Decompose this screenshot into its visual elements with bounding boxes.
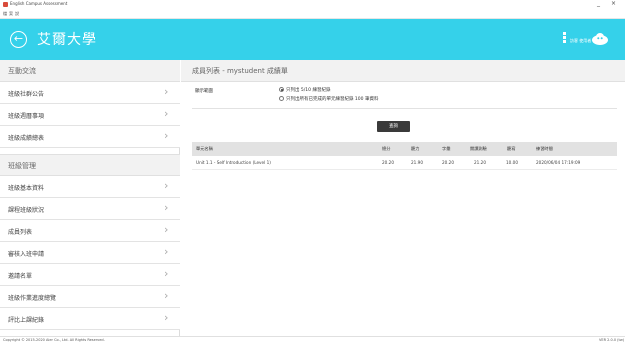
app-icon <box>3 2 8 7</box>
chevron-right-icon: › <box>164 107 169 120</box>
chevron-right-icon: › <box>164 311 169 324</box>
app-header: ← 艾爾大學 訪客 使用者 <box>0 19 625 60</box>
back-arrow-icon[interactable]: ← <box>10 31 27 48</box>
user-label[interactable]: 訪客 使用者 <box>570 38 591 44</box>
sidebar-item-label: 評比上課紀錄 <box>8 317 45 324</box>
sidebar-item-label: 審核入班申請 <box>8 251 45 258</box>
menu-item-help[interactable]: 說 <box>15 11 19 17</box>
sidebar-item-invite-list[interactable]: 邀請名單 › <box>0 264 180 286</box>
menu-bars-icon[interactable] <box>563 32 566 44</box>
menu-item-edit[interactable]: 案 <box>9 11 13 17</box>
radio-completed-records-label[interactable]: 只列出所有已完成的單元練習紀錄 100 筆資料 <box>286 96 378 102</box>
sidebar-item-member-list[interactable]: 成員列表 › <box>0 220 180 242</box>
radio-completed-records[interactable] <box>279 96 284 101</box>
chevron-right-icon: › <box>164 289 169 302</box>
sidebar-item-label: 班級成績總表 <box>8 135 45 142</box>
sidebar-item-join-requests[interactable]: 審核入班申請 › <box>0 242 180 264</box>
table-header: 單元名稱 總分 聽力 字彙 閱讀測驗 聽寫 練習時間 <box>192 142 617 156</box>
chevron-right-icon: › <box>164 85 169 98</box>
version-text: VER 2.0.0 (tw) <box>599 338 625 342</box>
main-content: 成員列表 - mystudent 成績單 顯示範圍 只列出 5/10 練習紀錄 … <box>181 60 625 336</box>
sidebar-item-label: 班級基本資料 <box>8 185 45 192</box>
column-header-dictation[interactable]: 聽寫 <box>507 146 515 152</box>
chevron-right-icon: › <box>164 223 169 236</box>
chevron-right-icon: › <box>164 129 169 142</box>
column-header-total[interactable]: 總分 <box>382 146 390 152</box>
sidebar-section-title: 互動交流 <box>8 67 36 75</box>
chevron-right-icon: › <box>164 201 169 214</box>
column-header-vocabulary[interactable]: 字彙 <box>442 146 450 152</box>
window-title: English Campus Assessment <box>10 1 68 6</box>
cell-listening: 21.90 <box>411 160 423 165</box>
cell-practice-time: 2020/06/04 17:19:09 <box>536 160 581 165</box>
sidebar-section-interaction: 互動交流 <box>0 60 180 82</box>
sidebar-item-class-announcement[interactable]: 班級社群公告 › <box>0 82 180 104</box>
menu-bar: 檔 案 說 <box>0 10 625 19</box>
sidebar-item-label: 邀請名單 <box>8 273 33 280</box>
copyright-text: Copyright © 2015-2020 Aier Co., Ltd. All… <box>3 338 105 342</box>
cell-vocabulary: 20.20 <box>442 160 454 165</box>
column-header-unit[interactable]: 單元名稱 <box>196 146 213 152</box>
sidebar-item-label: 班級社群公告 <box>8 91 45 98</box>
window-titlebar: English Campus Assessment _ × <box>0 0 625 10</box>
sidebar-item-label: 班級作業進度總覽 <box>8 295 57 302</box>
chevron-right-icon: › <box>164 267 169 280</box>
radio-recent-records-label[interactable]: 只列出 5/10 練習紀錄 <box>286 87 330 93</box>
sidebar-item-class-info[interactable]: 班級基本資料 › <box>0 176 180 198</box>
radio-recent-records[interactable] <box>279 87 284 92</box>
sidebar-item-class-records[interactable]: 評比上課紀錄 › <box>0 308 180 330</box>
cell-dictation: 10.00 <box>506 160 518 165</box>
table-row[interactable]: Unit 1.1 - Self Introduction (Level 1) 2… <box>192 156 617 170</box>
column-header-listening[interactable]: 聽力 <box>411 146 419 152</box>
cell-unit: Unit 1.1 - Self Introduction (Level 1) <box>196 160 271 165</box>
search-button[interactable]: 查詢 <box>377 121 410 132</box>
column-header-practice-time[interactable]: 練習時間 <box>536 146 553 152</box>
close-button[interactable]: × <box>611 0 616 8</box>
footer: Copyright © 2015-2020 Aier Co., Ltd. All… <box>0 336 625 343</box>
sidebar-item-class-calendar[interactable]: 班級週曆事項 › <box>0 104 180 126</box>
cell-reading: 21.20 <box>474 160 486 165</box>
page-title-bar: 成員列表 - mystudent 成績單 <box>181 60 625 82</box>
sidebar-item-label: 班級週曆事項 <box>8 113 45 120</box>
brand-title: 艾爾大學 <box>37 32 97 48</box>
cell-total: 20.20 <box>382 160 394 165</box>
minimize-button[interactable]: _ <box>597 0 600 8</box>
chevron-right-icon: › <box>164 179 169 192</box>
sidebar-section-management: 班級管理 <box>0 154 180 176</box>
sidebar-item-label: 課程班級狀況 <box>8 207 45 214</box>
user-avatar-icon[interactable] <box>591 31 609 47</box>
sidebar-section-title: 班級管理 <box>8 162 36 170</box>
sidebar-item-label: 成員列表 <box>8 229 33 236</box>
sidebar-item-class-grades[interactable]: 班級成績總表 › <box>0 126 180 148</box>
range-option-label: 顯示範圍 <box>195 89 213 94</box>
chevron-right-icon: › <box>164 245 169 258</box>
divider <box>192 108 617 109</box>
page-title: 成員列表 - mystudent 成績單 <box>192 67 288 75</box>
menu-item-file[interactable]: 檔 <box>3 11 7 17</box>
column-header-reading[interactable]: 閱讀測驗 <box>470 146 487 152</box>
sidebar-item-homework-progress[interactable]: 班級作業進度總覽 › <box>0 286 180 308</box>
sidebar-item-course-status[interactable]: 課程班級狀況 › <box>0 198 180 220</box>
sidebar: 互動交流 班級社群公告 › 班級週曆事項 › 班級成績總表 › 班級管理 班級基… <box>0 60 180 336</box>
